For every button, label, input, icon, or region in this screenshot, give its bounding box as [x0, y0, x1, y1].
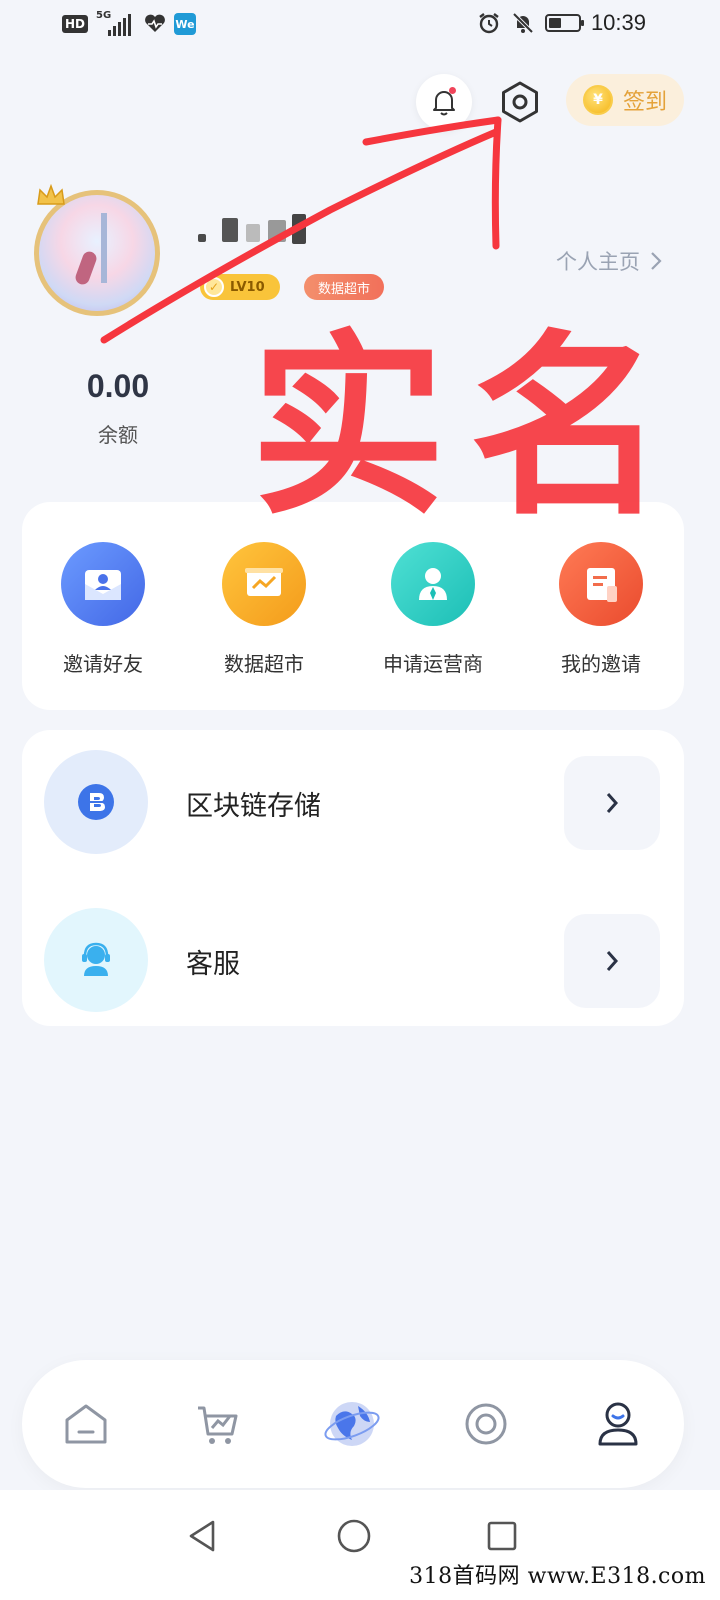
invite-friend-icon [61, 542, 145, 626]
nav-home[interactable] [56, 1396, 116, 1452]
quick-action-label: 邀请好友 [63, 652, 143, 676]
site-watermark: 318首码网 www.E318.com [409, 1564, 706, 1589]
blockchain-icon [44, 750, 148, 854]
verified-icon: ✓ [204, 277, 224, 297]
back-triangle-icon [189, 1520, 215, 1552]
quick-action-label: 申请运营商 [383, 652, 483, 676]
nav-market[interactable] [188, 1396, 248, 1452]
balance-label: 余额 [98, 423, 138, 447]
discover-icon [465, 1403, 507, 1445]
settings-hex-icon [502, 81, 538, 123]
system-nav-bar: 318首码网 www.E318.com [0, 1490, 720, 1600]
recents-button[interactable] [480, 1514, 524, 1558]
clock: 10:39 [590, 10, 646, 35]
notification-button[interactable] [416, 74, 472, 130]
customer-service-icon [44, 908, 148, 1012]
recents-square-icon [487, 1521, 517, 1551]
chevron-right-icon [606, 951, 619, 971]
crown-icon [37, 184, 65, 205]
data-market-badge: 数据超市 [304, 274, 384, 300]
chevron-right-icon [606, 793, 619, 813]
quick-action-label: 我的邀请 [561, 652, 641, 676]
bottom-nav [22, 1360, 684, 1488]
status-bar: HD 5G We 10:39 [0, 0, 720, 50]
menu-card: 区块链存储 客服 [22, 730, 684, 1026]
settings-button[interactable] [494, 76, 546, 128]
menu-row-customer-service[interactable]: 客服 [22, 904, 684, 1014]
back-button[interactable] [180, 1514, 224, 1558]
personal-homepage-label: 个人主页 [556, 250, 640, 274]
menu-arrow-button[interactable] [564, 756, 660, 850]
alarm-icon [479, 13, 499, 34]
health-icon [145, 14, 165, 32]
level-badge: ✓ LV10 [200, 274, 280, 300]
we-app-icon: We [174, 13, 197, 35]
personal-homepage-link[interactable]: 个人主页 [556, 246, 662, 276]
battery-icon [544, 14, 584, 32]
nav-globe[interactable] [322, 1396, 382, 1452]
signal-icon: 5G [96, 10, 136, 36]
quick-action-apply-operator[interactable]: 申请运营商 [358, 542, 508, 677]
quick-action-data-market[interactable]: 数据超市 [189, 542, 339, 677]
nav-profile[interactable] [588, 1396, 648, 1452]
balance-value: 0.00 [86, 368, 150, 404]
balance-stat[interactable]: 0.00 余额 [48, 368, 188, 448]
menu-arrow-button[interactable] [564, 914, 660, 1008]
chevron-right-icon [651, 252, 662, 270]
my-invites-icon [559, 542, 643, 626]
username-redacted [198, 214, 318, 248]
market-icon [198, 1406, 238, 1444]
globe-icon [324, 1402, 380, 1446]
apply-operator-icon [391, 542, 475, 626]
mute-icon [512, 12, 534, 34]
profile-icon [598, 1402, 638, 1446]
quick-action-invite-friends[interactable]: 邀请好友 [28, 542, 178, 677]
real-name-stamp: 实名 [250, 314, 691, 542]
avatar[interactable] [34, 190, 160, 316]
hd-icon: HD [62, 15, 89, 33]
nav-discover[interactable] [456, 1396, 516, 1452]
notification-dot [449, 87, 456, 94]
menu-row-blockchain-storage[interactable]: 区块链存储 [22, 746, 684, 856]
checkin-label: 签到 [622, 90, 667, 115]
coin-icon: ¥ [582, 85, 613, 115]
home-icon [65, 1404, 107, 1444]
quick-action-label: 数据超市 [224, 652, 304, 676]
data-market-icon [222, 542, 306, 626]
menu-label: 客服 [186, 949, 240, 980]
menu-label: 区块链存储 [186, 791, 321, 822]
home-circle-icon [337, 1519, 371, 1553]
quick-action-my-invites[interactable]: 我的邀请 [526, 542, 676, 677]
home-button[interactable] [332, 1514, 376, 1558]
checkin-button[interactable]: ¥ 签到 [566, 74, 684, 126]
